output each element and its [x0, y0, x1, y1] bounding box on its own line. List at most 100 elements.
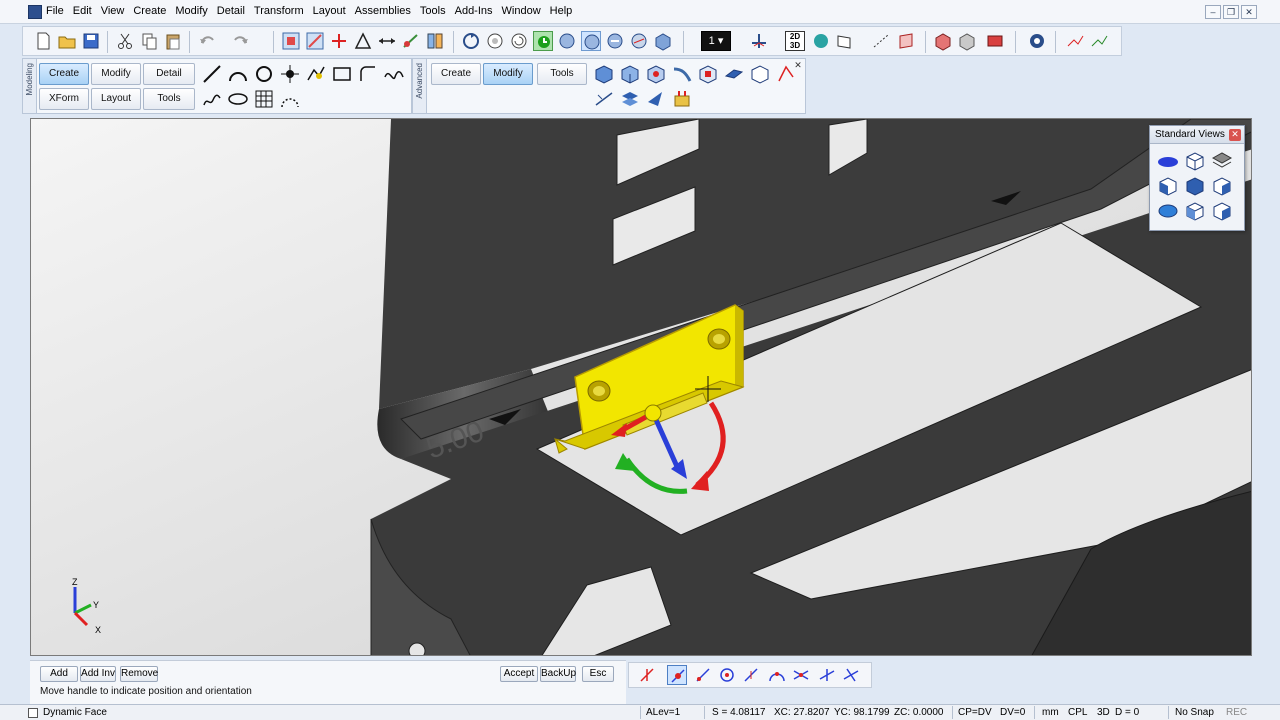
remove-button[interactable]: Remove [120, 666, 158, 682]
point-icon[interactable] [279, 63, 301, 85]
dynamic-face-icon[interactable] [671, 88, 693, 110]
status-3d[interactable]: 3D [1097, 707, 1110, 718]
fillet-icon[interactable] [357, 63, 379, 85]
bottom-view-icon[interactable] [1210, 175, 1234, 197]
move-face-icon[interactable] [645, 88, 667, 110]
cut-icon[interactable] [115, 31, 135, 51]
ellipse-icon[interactable] [227, 88, 249, 110]
status-snap[interactable]: No Snap [1175, 707, 1214, 718]
undo-icon[interactable] [197, 31, 217, 51]
isometric-view-icon[interactable] [1156, 200, 1180, 222]
status-cp[interactable]: CP=DV [958, 707, 992, 718]
esc-button[interactable]: Esc [582, 666, 614, 682]
chamfer-icon[interactable] [749, 63, 771, 85]
menu-window[interactable]: Window [502, 5, 541, 17]
pan-icon[interactable] [629, 31, 649, 51]
minimize-button[interactable]: – [1205, 5, 1221, 19]
backup-button[interactable]: BackUp [540, 666, 576, 682]
snap-mode-icon[interactable] [637, 665, 657, 685]
dimension-icon[interactable] [401, 31, 421, 51]
solid-box-icon[interactable] [593, 63, 615, 85]
copy-icon[interactable] [139, 31, 159, 51]
arch-icon[interactable] [279, 88, 301, 110]
curve-icon[interactable] [201, 88, 223, 110]
menu-edit[interactable]: Edit [73, 5, 92, 17]
front-view-icon[interactable] [1183, 150, 1207, 172]
app-icon[interactable] [28, 5, 42, 19]
triangle-icon[interactable] [353, 31, 373, 51]
offset-face-icon[interactable] [619, 88, 641, 110]
accept-button[interactable]: Accept [500, 666, 538, 682]
modeling-create-button[interactable]: Create [39, 63, 89, 85]
material-icon[interactable] [957, 31, 977, 51]
menu-modify[interactable]: Modify [175, 5, 207, 17]
snap-intersection-icon[interactable] [791, 665, 811, 685]
orbit-icon[interactable] [485, 31, 505, 51]
snap-midpoint-icon[interactable] [741, 665, 761, 685]
advanced-tools-button[interactable]: Tools [537, 63, 587, 85]
rectangle-icon[interactable] [331, 63, 353, 85]
rotate-view-icon[interactable] [461, 31, 481, 51]
layers-icon[interactable] [425, 31, 445, 51]
menu-file[interactable]: File [46, 5, 64, 17]
snap-point-icon[interactable] [667, 665, 687, 685]
point-snap-icon[interactable] [329, 31, 349, 51]
shade-icon[interactable] [811, 31, 831, 51]
top-view-icon[interactable] [1156, 150, 1180, 172]
status-dv[interactable]: DV=0 [1000, 707, 1025, 718]
snap-arc-icon[interactable] [767, 665, 787, 685]
solid-trim-icon[interactable] [645, 63, 667, 85]
standard-views-close-icon[interactable]: ✕ [1229, 129, 1241, 141]
advanced-panel-close-icon[interactable]: ✕ [793, 61, 803, 71]
view-cube-icon[interactable] [653, 31, 673, 51]
modeling-tab[interactable]: Modeling [23, 59, 37, 113]
dimetric-view-icon[interactable] [1210, 200, 1234, 222]
menu-tools[interactable]: Tools [420, 5, 446, 17]
arc-icon[interactable] [227, 63, 249, 85]
menu-transform[interactable]: Transform [254, 5, 304, 17]
left-view-icon[interactable] [1156, 175, 1180, 197]
extrude-icon[interactable] [723, 63, 745, 85]
status-depth[interactable]: D = 0 [1115, 707, 1139, 718]
status-rec[interactable]: REC [1226, 707, 1247, 718]
snap-center-icon[interactable] [717, 665, 737, 685]
level-selector[interactable]: 1 ▾ [701, 31, 731, 51]
redo-icon[interactable] [231, 31, 251, 51]
status-alev[interactable]: ALev=1 [646, 707, 680, 718]
select-mask-icon[interactable] [305, 31, 325, 51]
modeling-tools-button[interactable]: Tools [143, 88, 195, 110]
menu-view[interactable]: View [101, 5, 125, 17]
open-file-icon[interactable] [57, 31, 77, 51]
split-icon[interactable] [593, 88, 615, 110]
right-view-icon[interactable] [1183, 175, 1207, 197]
menu-add-ins[interactable]: Add-Ins [455, 5, 493, 17]
add-inv-button[interactable]: Add Inv [80, 666, 116, 682]
camera-icon[interactable] [1027, 31, 1047, 51]
paste-icon[interactable] [163, 31, 183, 51]
zoom-extents-icon[interactable] [605, 31, 625, 51]
model-view[interactable]: 5.00 Z Y X [31, 119, 1252, 656]
section-icon[interactable] [897, 31, 917, 51]
sweep-icon[interactable] [671, 63, 693, 85]
modeling-layout-button[interactable]: Layout [91, 88, 141, 110]
menu-help[interactable]: Help [550, 5, 573, 17]
analyze-icon[interactable] [1089, 31, 1109, 51]
restore-button[interactable]: ❐ [1223, 5, 1239, 19]
grid-icon[interactable] [253, 88, 275, 110]
modeling-modify-button[interactable]: Modify [91, 63, 141, 85]
arrow-line-icon[interactable] [377, 31, 397, 51]
3d-viewport[interactable]: 5.00 Z Y X [30, 118, 1252, 656]
assembly-icon[interactable] [985, 31, 1005, 51]
modeling-detail-button[interactable]: Detail [143, 63, 195, 85]
menu-layout[interactable]: Layout [313, 5, 346, 17]
polyline-icon[interactable] [305, 63, 327, 85]
measure-icon[interactable] [1065, 31, 1085, 51]
snap-tangent-icon[interactable] [841, 665, 861, 685]
dynamic-rotate-icon[interactable] [533, 31, 553, 51]
add-button[interactable]: Add [40, 666, 78, 682]
menu-assemblies[interactable]: Assemblies [355, 5, 411, 17]
circle-icon[interactable] [253, 63, 275, 85]
spline-icon[interactable] [383, 63, 405, 85]
select-grid-icon[interactable] [281, 31, 301, 51]
cplane-icon[interactable] [749, 31, 769, 51]
